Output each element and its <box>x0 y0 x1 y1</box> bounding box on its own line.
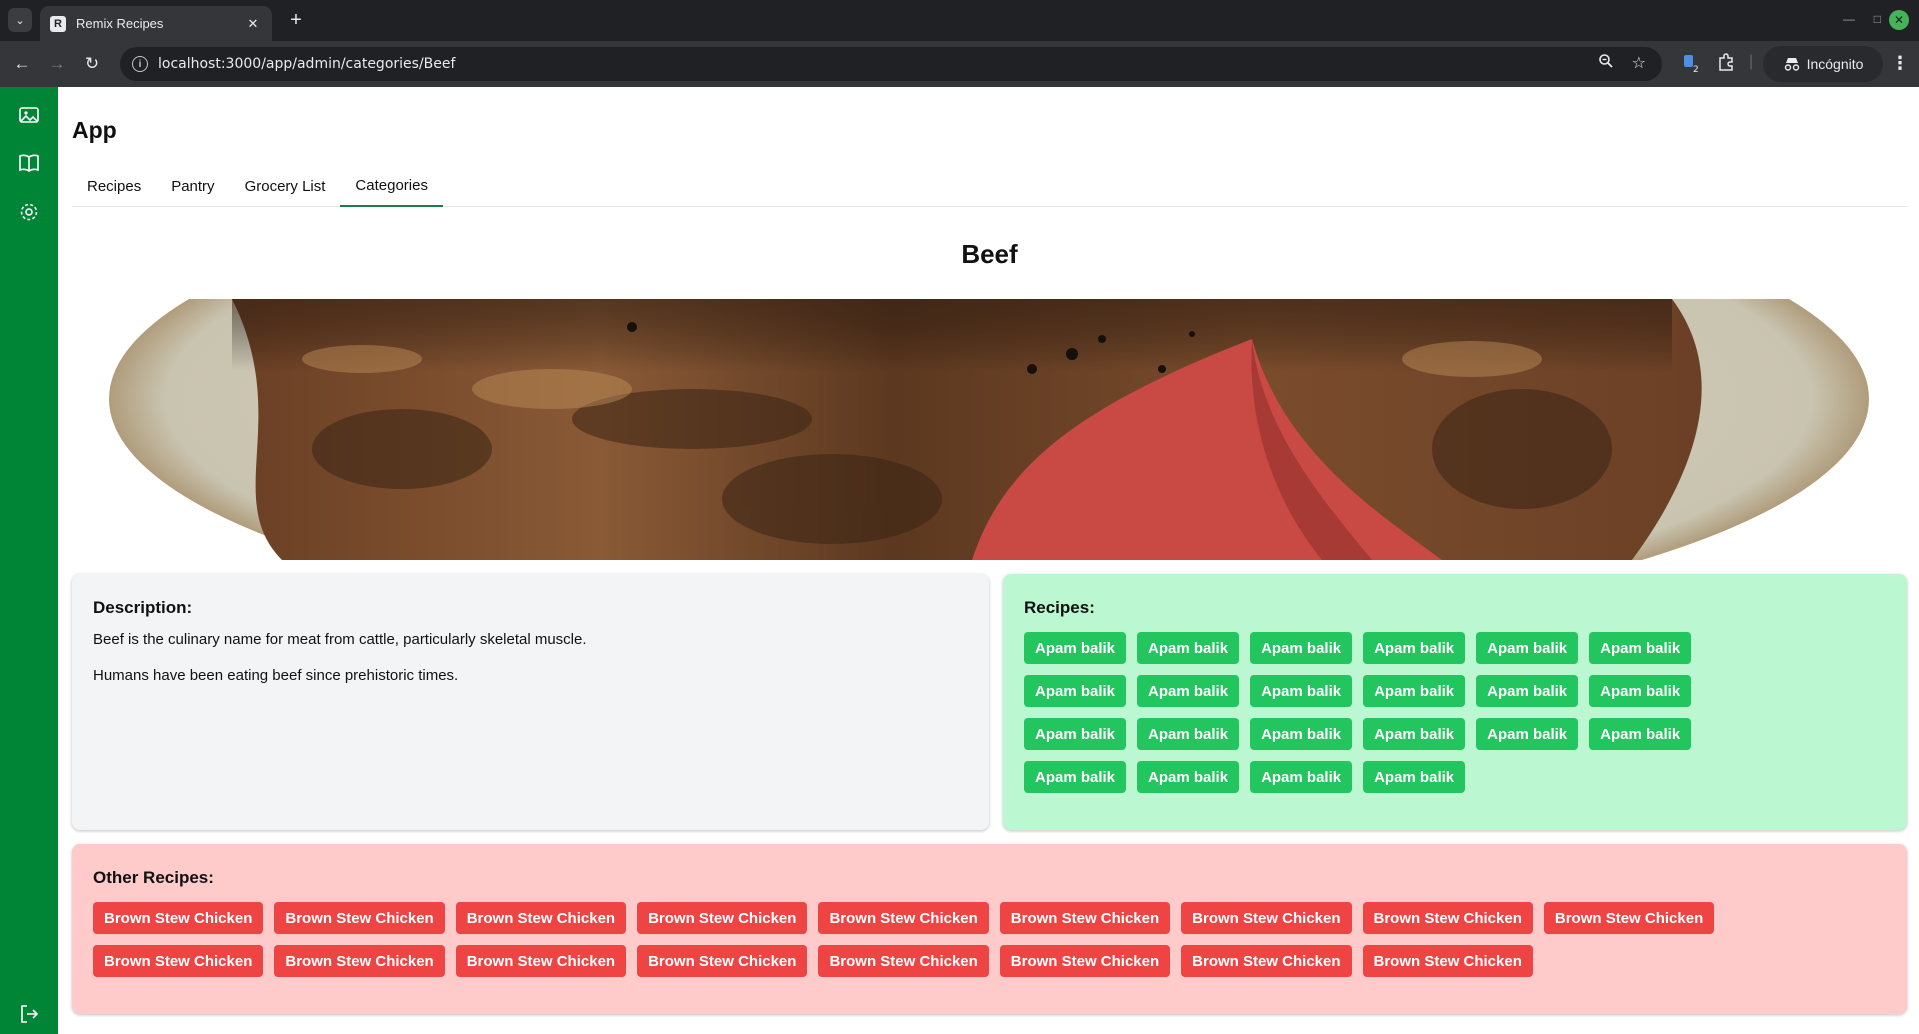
recipe-chip[interactable]: Apam balik <box>1589 632 1692 664</box>
recipe-chip[interactable]: Apam balik <box>1137 761 1240 793</box>
forward-icon[interactable]: → <box>45 52 69 76</box>
app-sidebar <box>0 87 58 1034</box>
recipe-chip[interactable]: Apam balik <box>1250 632 1353 664</box>
recipe-chip[interactable]: Apam balik <box>1250 761 1353 793</box>
extension-badge-icon[interactable]: 2 <box>1682 53 1700 78</box>
incognito-indicator[interactable]: Incógnito <box>1763 46 1883 82</box>
back-icon[interactable]: ← <box>10 52 34 76</box>
recipe-chip[interactable]: Apam balik <box>1476 632 1579 664</box>
sidebar-settings-gear-icon[interactable] <box>17 200 41 224</box>
svg-text:2: 2 <box>1693 65 1699 73</box>
recipe-chip-list: Apam balik Apam balik Apam balik Apam ba… <box>1024 632 1814 804</box>
description-paragraph: Beef is the culinary name for meat from … <box>93 631 587 648</box>
incognito-label: Incógnito <box>1806 56 1864 72</box>
other-recipes-heading: Other Recipes: <box>93 868 214 887</box>
recipe-chip[interactable]: Apam balik <box>1137 632 1240 664</box>
other-recipe-chip[interactable]: Brown Stew Chicken <box>637 945 808 977</box>
recipe-chip[interactable]: Apam balik <box>1250 718 1353 750</box>
minimize-icon[interactable]: — <box>1843 12 1855 26</box>
close-tab-icon[interactable]: ✕ <box>244 16 262 32</box>
other-recipe-chip[interactable]: Brown Stew Chicken <box>1362 902 1533 934</box>
browser-menu-icon[interactable]: ⋮ <box>1891 53 1909 74</box>
recipe-chip[interactable]: Apam balik <box>1363 632 1466 664</box>
bookmark-star-icon[interactable]: ☆ <box>1632 53 1646 73</box>
recipe-chip[interactable]: Apam balik <box>1024 761 1127 793</box>
other-recipe-chip[interactable]: Brown Stew Chicken <box>818 902 989 934</box>
recipe-chip[interactable]: Apam balik <box>1250 675 1353 707</box>
recipe-chip[interactable]: Apam balik <box>1363 718 1466 750</box>
category-title: Beef <box>961 239 1018 269</box>
browser-toolbar: ← → ↻ i localhost:3000/app/admin/categor… <box>0 41 1919 87</box>
other-recipe-chip-list: Brown Stew Chicken Brown Stew Chicken Br… <box>93 902 1893 988</box>
other-recipe-chip[interactable]: Brown Stew Chicken <box>93 902 264 934</box>
tab-grocery-list[interactable]: Grocery List <box>230 165 341 207</box>
reload-icon[interactable]: ↻ <box>80 52 104 76</box>
recipe-chip[interactable]: Apam balik <box>1363 675 1466 707</box>
close-window-icon[interactable]: ✕ <box>1889 10 1909 30</box>
address-bar[interactable]: i localhost:3000/app/admin/categories/Be… <box>120 47 1662 81</box>
new-tab-icon[interactable]: + <box>284 8 308 32</box>
main-content: App Recipes Pantry Grocery List Categori… <box>72 87 1907 1034</box>
other-recipe-chip[interactable]: Brown Stew Chicken <box>1543 902 1715 934</box>
app-tabs: Recipes Pantry Grocery List Categories <box>72 165 1907 207</box>
recipe-chip[interactable]: Apam balik <box>1589 718 1692 750</box>
site-info-icon[interactable]: i <box>132 56 148 72</box>
other-recipe-chip[interactable]: Brown Stew Chicken <box>999 902 1171 934</box>
other-recipe-chip[interactable]: Brown Stew Chicken <box>1181 945 1352 977</box>
recipes-card: Recipes: Apam balik Apam balik Apam bali… <box>1003 574 1907 830</box>
description-heading: Description: <box>93 598 193 617</box>
recipe-chip[interactable]: Apam balik <box>1024 718 1127 750</box>
tab-recipes[interactable]: Recipes <box>72 165 156 207</box>
other-recipes-card: Other Recipes: Brown Stew Chicken Brown … <box>72 844 1907 1014</box>
browser-tab-title: Remix Recipes <box>76 16 164 31</box>
maximize-icon[interactable]: □ <box>1874 12 1881 26</box>
recipe-chip[interactable]: Apam balik <box>1024 675 1127 707</box>
incognito-icon <box>1784 58 1799 71</box>
tab-pantry[interactable]: Pantry <box>156 165 229 207</box>
recipe-chip[interactable]: Apam balik <box>1137 718 1240 750</box>
other-recipe-chip[interactable]: Brown Stew Chicken <box>274 945 445 977</box>
description-paragraph: Humans have been eating beef since prehi… <box>93 667 459 684</box>
other-recipe-chip[interactable]: Brown Stew Chicken <box>93 945 264 977</box>
zoom-icon[interactable] <box>1598 53 1614 74</box>
browser-tab[interactable]: R Remix Recipes ✕ <box>40 6 272 41</box>
other-recipe-chip[interactable]: Brown Stew Chicken <box>999 945 1171 977</box>
other-recipe-chip[interactable]: Brown Stew Chicken <box>274 902 445 934</box>
tab-search-icon[interactable]: ⌄ <box>8 8 32 32</box>
sidebar-logout-icon[interactable] <box>17 1002 41 1026</box>
remix-favicon-icon: R <box>50 15 66 32</box>
category-hero-image <box>72 299 1907 560</box>
tab-categories[interactable]: Categories <box>340 165 443 207</box>
app-title: App <box>72 117 117 143</box>
browser-tabstrip: ⌄ R Remix Recipes ✕ + — □ ✕ <box>0 0 1919 41</box>
recipe-chip[interactable]: Apam balik <box>1476 675 1579 707</box>
recipe-chip[interactable]: Apam balik <box>1363 761 1466 793</box>
other-recipe-chip[interactable]: Brown Stew Chicken <box>818 945 989 977</box>
other-recipe-chip[interactable]: Brown Stew Chicken <box>455 902 627 934</box>
url-text[interactable]: localhost:3000/app/admin/categories/Beef <box>158 56 455 72</box>
sidebar-image-icon[interactable] <box>17 103 41 127</box>
other-recipe-chip[interactable]: Brown Stew Chicken <box>637 902 808 934</box>
recipe-chip[interactable]: Apam balik <box>1476 718 1579 750</box>
recipes-heading: Recipes: <box>1024 598 1095 617</box>
sidebar-book-icon[interactable] <box>17 151 41 175</box>
recipe-chip[interactable]: Apam balik <box>1024 632 1127 664</box>
other-recipe-chip[interactable]: Brown Stew Chicken <box>1181 902 1352 934</box>
recipe-chip[interactable]: Apam balik <box>1589 675 1692 707</box>
recipe-chip[interactable]: Apam balik <box>1137 675 1240 707</box>
toolbar-divider: | <box>1749 53 1754 70</box>
other-recipe-chip[interactable]: Brown Stew Chicken <box>455 945 627 977</box>
description-card: Description: Beef is the culinary name f… <box>72 574 989 830</box>
extensions-puzzle-icon[interactable] <box>1717 53 1735 76</box>
other-recipe-chip[interactable]: Brown Stew Chicken <box>1362 945 1533 977</box>
